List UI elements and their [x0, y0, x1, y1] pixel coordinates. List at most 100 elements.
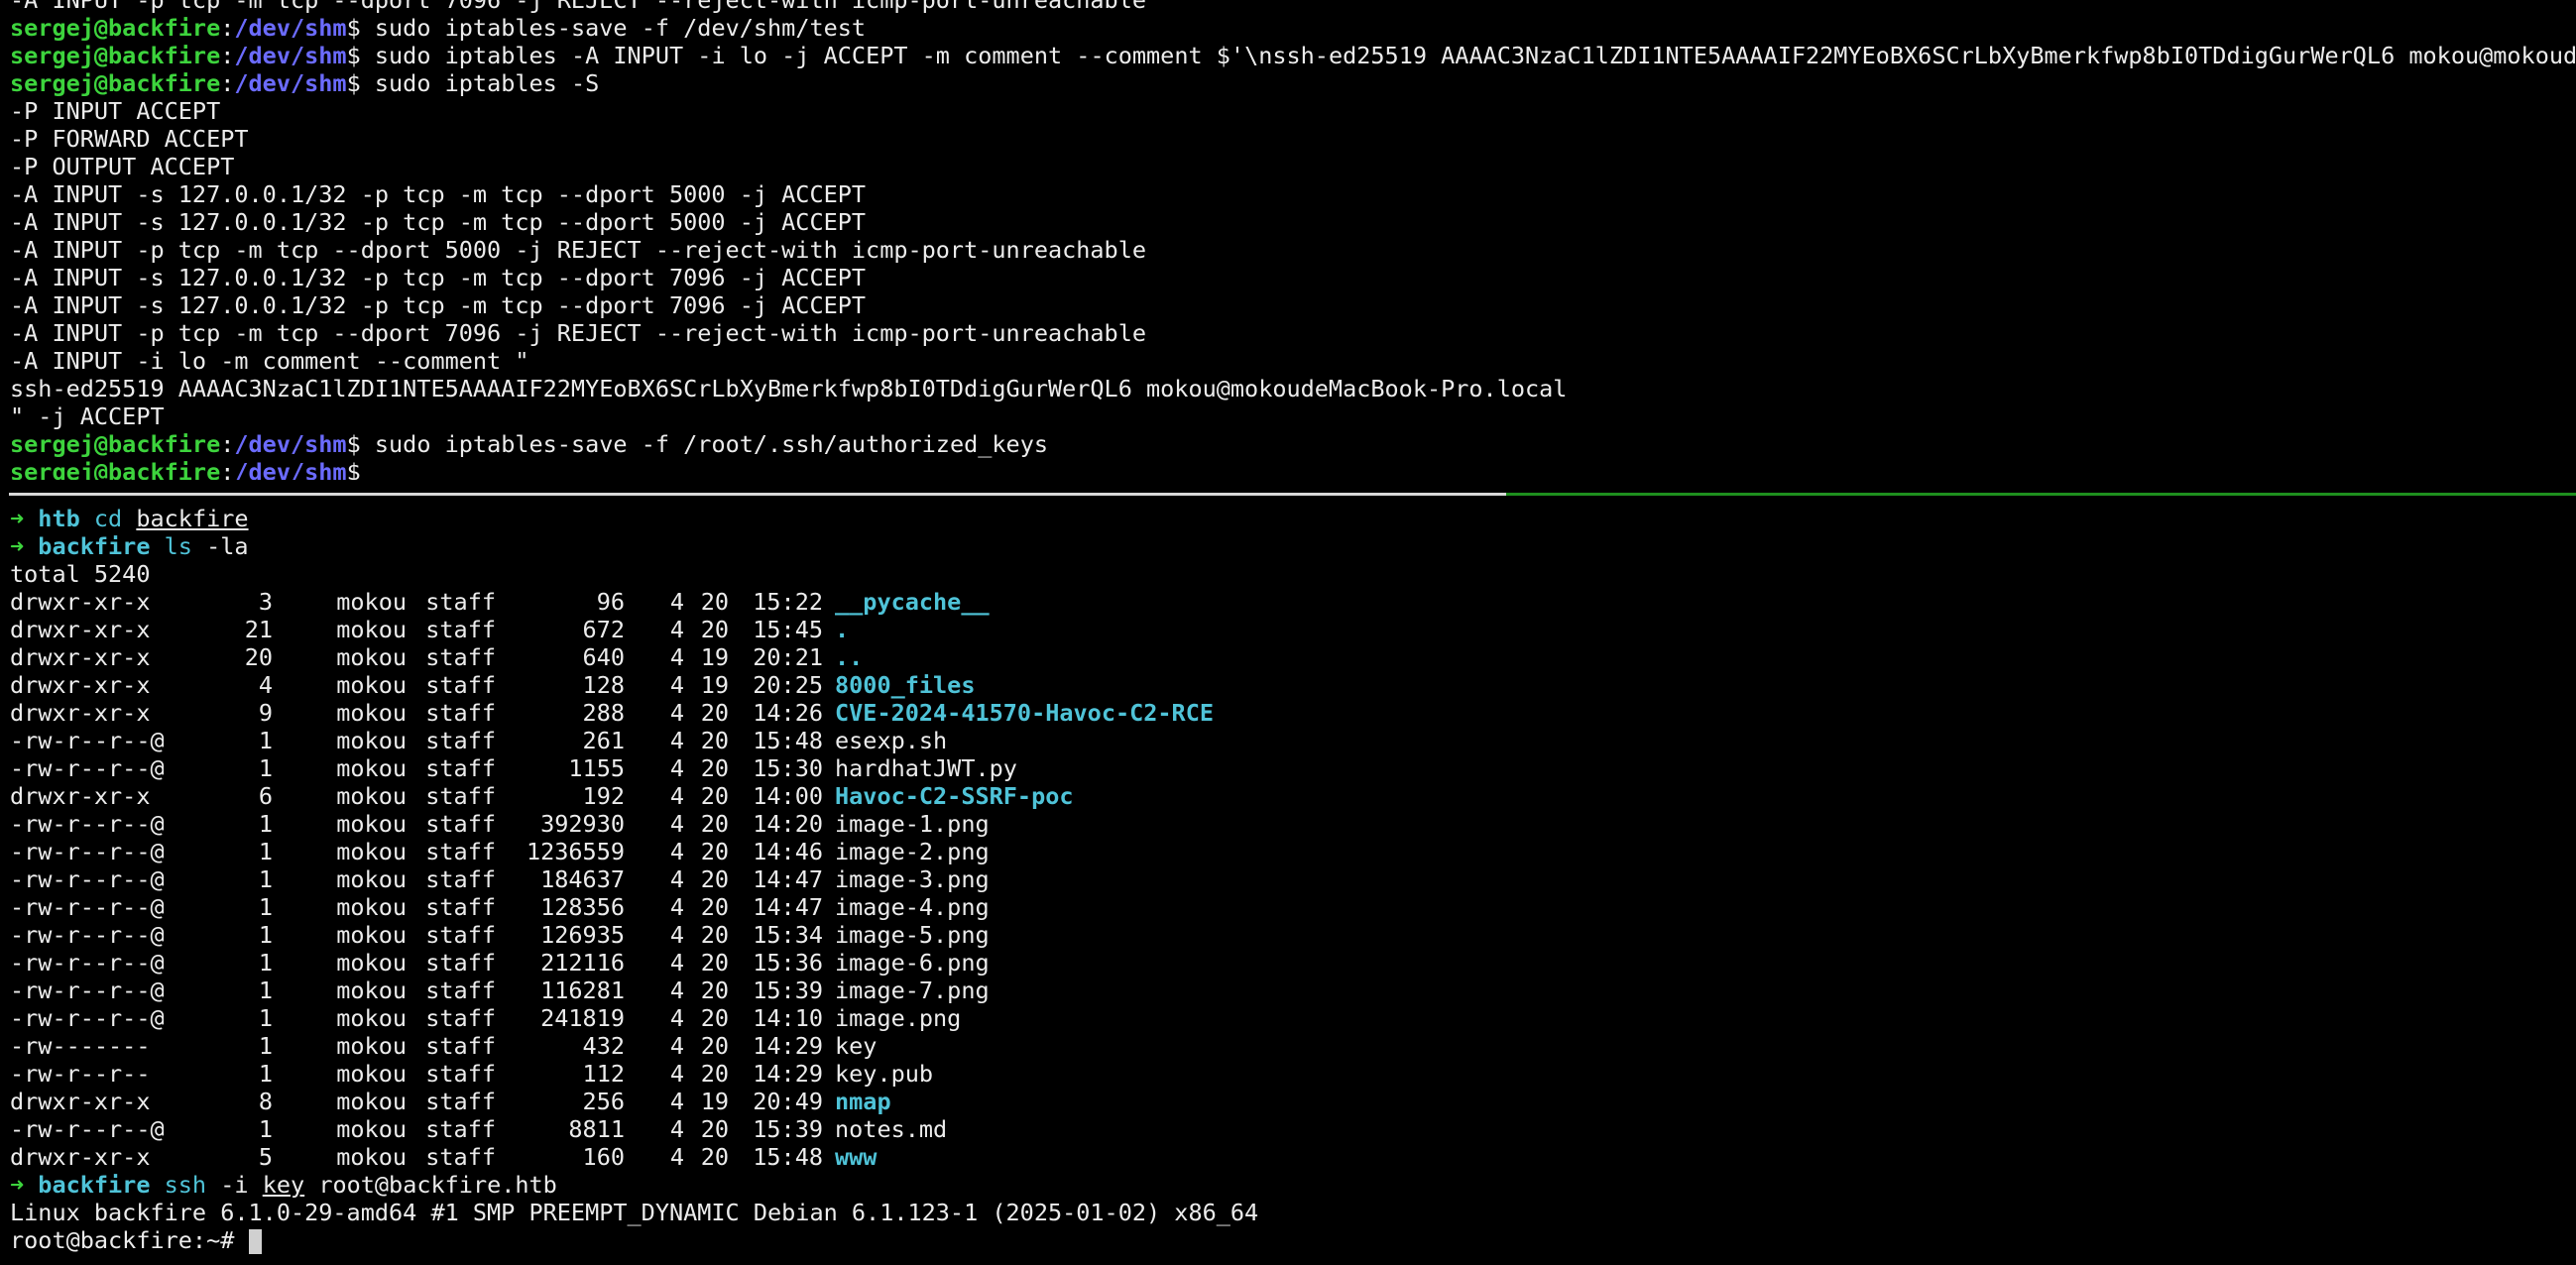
- file-time: 15:22: [753, 588, 823, 616]
- file-month: 4: [669, 782, 684, 810]
- ls-total-line: total 5240: [10, 560, 151, 588]
- command-arg: backfire: [136, 505, 249, 532]
- terminal-prompt-line: sergej@backfire:/dev/shm$ sudo iptables …: [0, 69, 2576, 97]
- file-owner: mokou: [336, 782, 407, 810]
- file-day: 20: [700, 921, 729, 949]
- file-day: 19: [700, 671, 729, 699]
- file-name: image-6.png: [835, 949, 990, 977]
- terminal-prompt-line: sergej@backfire:/dev/shm$ sudo iptables-…: [0, 430, 2576, 458]
- file-month: 4: [669, 671, 684, 699]
- command-arg: key: [262, 1171, 305, 1199]
- file-name: ..: [835, 643, 864, 671]
- prompt-dir: htb: [38, 505, 80, 532]
- ls-row: drwxr-xr-x 9 mokou staff 288 4 20 14:26 CVE-2024…: [0, 699, 2576, 727]
- file-day: 19: [700, 643, 729, 671]
- ls-row: -rw------- 1 mokou staff 432 4 20 14:29 key: [0, 1032, 2576, 1060]
- root-prompt-line[interactable]: root@backfire:~#: [0, 1226, 2576, 1254]
- prompt-dollar: $: [346, 42, 361, 69]
- file-perms: -rw-r--r--@: [10, 754, 165, 782]
- file-time: 14:29: [753, 1060, 823, 1088]
- ls-row: drwxr-xr-x 3 mokou staff 96 4 20 15:22 __pycache…: [0, 588, 2576, 616]
- terminal-line: -P OUTPUT ACCEPT: [10, 153, 235, 180]
- command-target: root@backfire.htb: [318, 1171, 557, 1199]
- file-day: 20: [700, 1115, 729, 1143]
- file-name: image-5.png: [835, 921, 990, 949]
- file-time: 20:21: [753, 643, 823, 671]
- file-perms: drwxr-xr-x: [10, 671, 151, 699]
- file-perms: drwxr-xr-x: [10, 782, 151, 810]
- file-month: 4: [669, 699, 684, 727]
- file-owner: mokou: [336, 810, 407, 838]
- file-day: 20: [700, 754, 729, 782]
- terminal-line: -P FORWARD ACCEPT: [10, 125, 249, 153]
- file-size: 112: [582, 1060, 625, 1088]
- ls-listing: drwxr-xr-x 3 mokou staff 96 4 20 15:22 __pycache…: [0, 588, 2576, 1171]
- file-size: 241819: [540, 1004, 625, 1032]
- file-group: staff: [425, 977, 496, 1004]
- file-month: 4: [669, 810, 684, 838]
- file-size: 128: [582, 671, 625, 699]
- file-day: 19: [700, 1088, 729, 1115]
- file-perms: -rw-r--r--@: [10, 838, 165, 865]
- file-time: 15:48: [753, 1143, 823, 1171]
- prompt-dollar: $: [346, 69, 361, 97]
- ls-row: drwxr-xr-x 21 mokou staff 672 4 20 15:45.: [0, 616, 2576, 643]
- file-owner: mokou: [336, 838, 407, 865]
- file-time: 14:47: [753, 865, 823, 893]
- file-owner: mokou: [336, 949, 407, 977]
- file-perms: drwxr-xr-x: [10, 616, 151, 643]
- file-name: image-3.png: [835, 865, 990, 893]
- terminal-pane-top[interactable]: -A INPUT -p tcp -m tcp --dport 7096 -j R…: [0, 0, 2576, 480]
- terminal-line: -A INPUT -s 127.0.0.1/32 -p tcp -m tcp -…: [10, 264, 867, 291]
- ls-row: drwxr-xr-x 4 mokou staff 128 4 19 20:25 8000_fil…: [0, 671, 2576, 699]
- prompt-user-host: sergej@backfire: [10, 430, 221, 458]
- file-perms: drwxr-xr-x: [10, 643, 151, 671]
- file-time: 15:34: [753, 921, 823, 949]
- file-links: 21: [244, 616, 273, 643]
- file-name: nmap: [835, 1088, 891, 1115]
- file-day: 20: [700, 782, 729, 810]
- command-name: ls: [164, 532, 192, 560]
- file-time: 20:49: [753, 1088, 823, 1115]
- file-owner: mokou: [336, 977, 407, 1004]
- prompt-user-host: sergej@backfire: [10, 14, 221, 42]
- file-group: staff: [425, 1115, 496, 1143]
- file-day: 20: [700, 838, 729, 865]
- file-day: 20: [700, 727, 729, 754]
- terminal-cursor[interactable]: [248, 1229, 262, 1254]
- file-time: 15:48: [753, 727, 823, 754]
- terminal-line: -A INPUT -s 127.0.0.1/32 -p tcp -m tcp -…: [10, 208, 867, 236]
- file-links: 1: [258, 727, 273, 754]
- command-text: sudo iptables-save -f /dev/shm/test: [360, 14, 867, 42]
- file-owner: mokou: [336, 727, 407, 754]
- prompt-path: /dev/shm: [234, 430, 347, 458]
- file-owner: mokou: [336, 921, 407, 949]
- file-day: 20: [700, 1004, 729, 1032]
- file-time: 15:36: [753, 949, 823, 977]
- file-links: 5: [258, 1143, 273, 1171]
- file-perms: -rw-r--r--@: [10, 727, 165, 754]
- pane-divider[interactable]: [9, 493, 2576, 496]
- file-links: 1: [258, 949, 273, 977]
- file-day: 20: [700, 949, 729, 977]
- file-owner: mokou: [336, 588, 407, 616]
- file-perms: -rw-r--r--@: [10, 1115, 165, 1143]
- file-time: 15:39: [753, 1115, 823, 1143]
- command-name: ssh: [164, 1171, 207, 1199]
- file-day: 20: [700, 977, 729, 1004]
- terminal-prompt-line: sergej@backfire:/dev/shm$ sudo iptables …: [0, 42, 2576, 69]
- ls-row: -rw-r--r--@ 1 mokou staff 212116 4 20 15:36 imag…: [0, 949, 2576, 977]
- terminal-line: -P INPUT ACCEPT: [10, 97, 221, 125]
- file-perms: -rw-r--r--@: [10, 949, 165, 977]
- ls-row: drwxr-xr-x 5 mokou staff 160 4 20 15:48 www: [0, 1143, 2576, 1171]
- file-name: key.pub: [835, 1060, 934, 1088]
- file-size: 1155: [568, 754, 625, 782]
- file-links: 3: [258, 588, 273, 616]
- file-size: 640: [582, 643, 625, 671]
- file-name: image-4.png: [835, 893, 990, 921]
- file-perms: -rw-r--r--: [10, 1060, 151, 1088]
- file-time: 15:39: [753, 977, 823, 1004]
- terminal-pane-bottom[interactable]: ➜ htb cd backfire ➜ backfire ls -la tota…: [0, 505, 2576, 1265]
- file-month: 4: [669, 1088, 684, 1115]
- file-perms: drwxr-xr-x: [10, 1143, 151, 1171]
